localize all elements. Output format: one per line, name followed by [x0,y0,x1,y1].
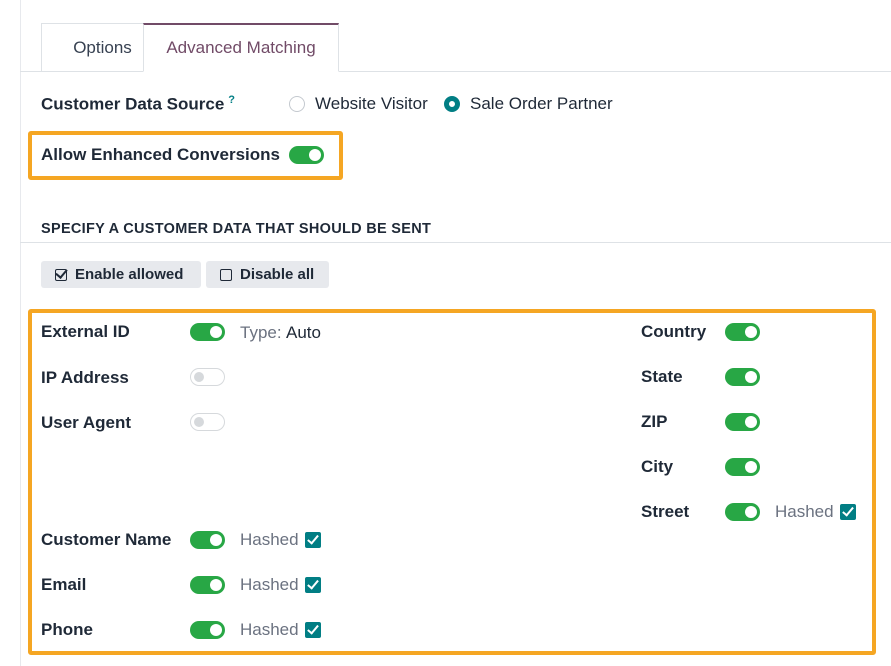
left-border [0,0,21,666]
toggle-external-id[interactable] [190,323,225,341]
field-label-external-id: External ID [41,322,130,341]
section-title: SPECIFY A CUSTOMER DATA THAT SHOULD BE S… [41,221,432,237]
hashed-checkbox-phone[interactable] [305,622,321,638]
tab-advanced-matching-label: Advanced Matching [166,38,316,57]
toggle-email[interactable] [190,576,225,594]
toggle-user-agent[interactable] [190,413,225,431]
tab-bar: Options Advanced Matching [20,0,891,72]
field-label-customer-name: Customer Name [41,530,172,549]
toggle-zip[interactable] [725,413,760,431]
field-label-state: State [641,367,683,386]
type-value[interactable]: Auto [286,323,321,343]
hashed-label-street: Hashed [775,502,834,521]
field-label-street: Street [641,502,690,521]
hashed-checkbox-street[interactable] [840,504,856,520]
field-label-phone: Phone [41,620,93,639]
radio-sale-order-partner-label[interactable]: Sale Order Partner [470,94,613,114]
section-divider [20,242,891,243]
enable-allowed-label: Enable allowed [75,266,184,283]
help-tooltip-icon[interactable]: ? [228,94,235,106]
field-label-email: Email [41,575,87,594]
radio-website-visitor[interactable] [289,96,305,112]
field-label-ip-address: IP Address [41,368,129,387]
toggle-state[interactable] [725,368,760,386]
customer-data-source-label: Customer Data Source? [41,94,235,115]
field-label-city: City [641,457,674,476]
field-label-country: Country [641,322,707,341]
hashed-label-phone: Hashed [240,620,299,639]
field-label-user-agent: User Agent [41,413,132,432]
disable-all-label: Disable all [240,266,315,283]
toggle-street[interactable] [725,503,760,521]
hashed-label-email: Hashed [240,575,299,594]
highlight-customer-data-fields [28,309,876,655]
radio-sale-order-partner[interactable] [444,96,460,112]
toggle-city[interactable] [725,458,760,476]
hashed-label-customer-name: Hashed [240,530,299,549]
checkbox-empty-icon [220,268,232,281]
customer-data-source-text: Customer Data Source [41,94,225,114]
toggle-phone[interactable] [190,621,225,639]
toggle-country[interactable] [725,323,760,341]
enhanced-conversions-label: Allow Enhanced Conversions [41,145,280,164]
hashed-checkbox-email[interactable] [305,577,321,593]
enhanced-conversions-toggle[interactable] [289,146,324,164]
disable-all-button[interactable]: Disable all [206,261,329,288]
radio-website-visitor-label[interactable]: Website Visitor [315,94,428,114]
toggle-ip-address[interactable] [190,368,225,386]
enable-allowed-button[interactable]: Enable allowed [41,261,201,288]
checkbox-checked-icon [55,268,67,281]
field-label-zip: ZIP [641,412,668,431]
hashed-checkbox-customer-name[interactable] [305,532,321,548]
tab-advanced-matching[interactable]: Advanced Matching [143,23,339,72]
toggle-customer-name[interactable] [190,531,225,549]
tab-options-label: Options [73,37,132,57]
type-label: Type: [240,323,282,342]
